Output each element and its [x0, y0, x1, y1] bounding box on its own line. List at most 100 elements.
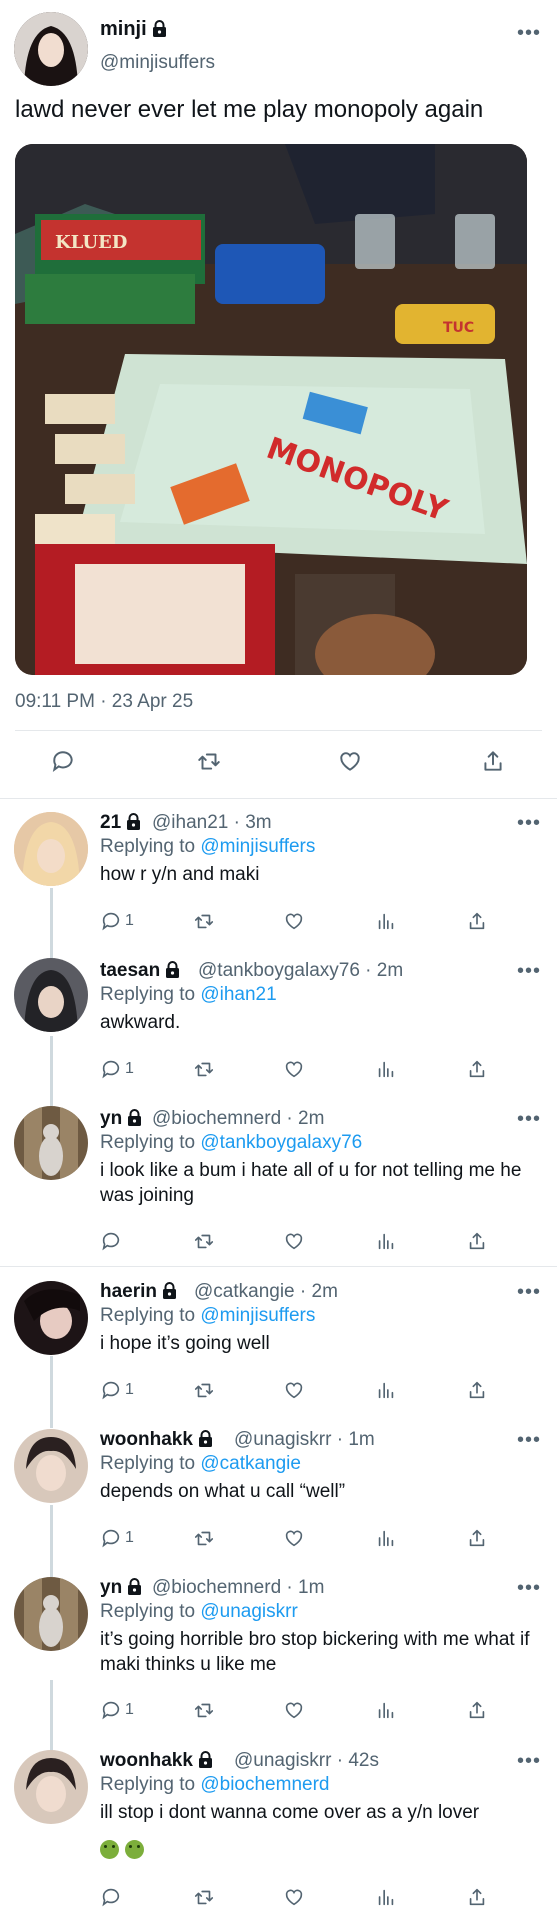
avatar[interactable]: [14, 812, 88, 886]
author-name[interactable]: yn: [100, 1108, 142, 1132]
author-handle-time[interactable]: @tankboygalaxy76 · 2m: [198, 960, 403, 982]
avatar[interactable]: [14, 1106, 88, 1180]
heart-icon[interactable]: [282, 1058, 306, 1080]
views-icon[interactable]: [375, 1379, 397, 1401]
share-icon[interactable]: [480, 748, 506, 779]
retweet-icon[interactable]: [192, 1886, 216, 1908]
author-name-text[interactable]: woonhakk: [100, 1750, 193, 1771]
author-name[interactable]: haerin: [100, 1281, 177, 1305]
retweet-icon[interactable]: [192, 1527, 216, 1549]
tweet-photo[interactable]: KLUED TUC MONOPOLY: [15, 144, 527, 675]
share-icon[interactable]: [466, 910, 488, 932]
retweet-icon[interactable]: [195, 748, 223, 779]
author-handle-time[interactable]: @unagiskrr · 42s: [234, 1750, 379, 1772]
author-name-text[interactable]: haerin: [100, 1281, 157, 1302]
lock-icon: [126, 813, 141, 836]
reply-tweet[interactable]: yn @biochemnerd · 2m ••• Replying to @ta…: [0, 1094, 557, 1266]
reply-tweet[interactable]: haerin @catkangie · 2m ••• Replying to @…: [0, 1267, 557, 1415]
heart-icon[interactable]: [282, 1886, 306, 1908]
views-icon[interactable]: [375, 910, 397, 932]
author-handle-time[interactable]: @catkangie · 2m: [194, 1281, 338, 1303]
reply-icon[interactable]: [100, 1886, 125, 1908]
views-icon[interactable]: [375, 1699, 397, 1721]
author-handle-time[interactable]: @unagiskrr · 1m: [234, 1429, 375, 1451]
retweet-icon[interactable]: [192, 1699, 216, 1721]
reply-tweet[interactable]: 21 @ihan21 · 3m ••• Replying to @minjisu…: [0, 798, 557, 946]
author-name-text[interactable]: woonhakk: [100, 1429, 193, 1450]
author-handle-time[interactable]: @ihan21 · 3m: [152, 812, 272, 834]
reply-tweet[interactable]: woonhakk @unagiskrr · 42s ••• Replying t…: [0, 1736, 557, 1920]
replying-link[interactable]: @catkangie: [200, 1453, 301, 1474]
reply-icon[interactable]: 1: [100, 910, 134, 932]
share-icon[interactable]: [466, 1886, 488, 1908]
replying-link[interactable]: @ihan21: [200, 984, 276, 1005]
heart-icon[interactable]: [282, 1527, 306, 1549]
avatar[interactable]: [14, 958, 88, 1032]
reply-icon[interactable]: [100, 1230, 125, 1252]
views-icon[interactable]: [375, 1527, 397, 1549]
avatar[interactable]: [14, 1750, 88, 1824]
heart-icon[interactable]: [282, 1379, 306, 1401]
tweet-timestamp[interactable]: 09:11 PM · 23 Apr 25: [15, 691, 193, 713]
author-name[interactable]: woonhakk: [100, 1750, 213, 1774]
avatar[interactable]: [14, 1281, 88, 1355]
heart-icon[interactable]: [282, 910, 306, 932]
more-icon[interactable]: •••: [517, 1429, 541, 1452]
more-icon[interactable]: •••: [517, 1281, 541, 1304]
replying-link[interactable]: @unagiskrr: [200, 1601, 297, 1622]
more-icon[interactable]: •••: [517, 812, 541, 835]
retweet-icon[interactable]: [192, 910, 216, 932]
share-icon[interactable]: [466, 1379, 488, 1401]
reply-icon[interactable]: 1: [100, 1527, 134, 1549]
avatar[interactable]: [14, 12, 88, 86]
reply-icon[interactable]: [50, 748, 76, 779]
more-icon[interactable]: •••: [517, 1577, 541, 1600]
reply-tweet[interactable]: woonhakk @unagiskrr · 1m ••• Replying to…: [0, 1415, 557, 1563]
heart-icon[interactable]: [336, 748, 364, 779]
reply-actions: 1: [100, 1699, 540, 1729]
share-icon[interactable]: [466, 1699, 488, 1721]
author-name-text[interactable]: yn: [100, 1108, 122, 1129]
more-icon[interactable]: •••: [517, 22, 541, 45]
views-icon[interactable]: [375, 1230, 397, 1252]
share-icon[interactable]: [466, 1527, 488, 1549]
replying-link[interactable]: @minjisuffers: [200, 1305, 315, 1326]
reply-icon[interactable]: 1: [100, 1699, 134, 1721]
heart-icon[interactable]: [282, 1230, 306, 1252]
author-name[interactable]: minji: [100, 18, 167, 43]
author-handle-time[interactable]: @biochemnerd · 2m: [152, 1108, 324, 1130]
reply-tweet[interactable]: yn @biochemnerd · 1m ••• Replying to @un…: [0, 1563, 557, 1736]
lock-icon: [198, 1430, 213, 1453]
author-name-text[interactable]: 21: [100, 812, 121, 833]
retweet-icon[interactable]: [192, 1379, 216, 1401]
replying-link[interactable]: @tankboygalaxy76: [200, 1132, 362, 1153]
more-icon[interactable]: •••: [517, 960, 541, 983]
heart-icon[interactable]: [282, 1699, 306, 1721]
author-name[interactable]: woonhakk: [100, 1429, 213, 1453]
sick-face-emoji-icon: [125, 1840, 144, 1859]
retweet-icon[interactable]: [192, 1230, 216, 1252]
author-handle-time[interactable]: @biochemnerd · 1m: [152, 1577, 324, 1599]
author-name[interactable]: taesan: [100, 960, 180, 984]
reply-icon[interactable]: 1: [100, 1058, 134, 1080]
author-name-text[interactable]: taesan: [100, 960, 160, 981]
more-icon[interactable]: •••: [517, 1750, 541, 1773]
views-icon[interactable]: [375, 1886, 397, 1908]
avatar[interactable]: [14, 1577, 88, 1651]
share-icon[interactable]: [466, 1230, 488, 1252]
replying-link[interactable]: @biochemnerd: [200, 1774, 329, 1795]
lock-icon: [165, 961, 180, 984]
reply-icon[interactable]: 1: [100, 1379, 134, 1401]
reply-tweet[interactable]: taesan @tankboygalaxy76 · 2m ••• Replyin…: [0, 946, 557, 1094]
author-handle[interactable]: @minjisuffers: [100, 52, 215, 74]
views-icon[interactable]: [375, 1058, 397, 1080]
more-icon[interactable]: •••: [517, 1108, 541, 1131]
author-name-text[interactable]: yn: [100, 1577, 122, 1598]
avatar[interactable]: [14, 1429, 88, 1503]
author-name[interactable]: 21: [100, 812, 141, 836]
retweet-icon[interactable]: [192, 1058, 216, 1080]
replying-link[interactable]: @minjisuffers: [200, 836, 315, 857]
author-name-text[interactable]: minji: [100, 18, 147, 40]
share-icon[interactable]: [466, 1058, 488, 1080]
author-name[interactable]: yn: [100, 1577, 142, 1601]
